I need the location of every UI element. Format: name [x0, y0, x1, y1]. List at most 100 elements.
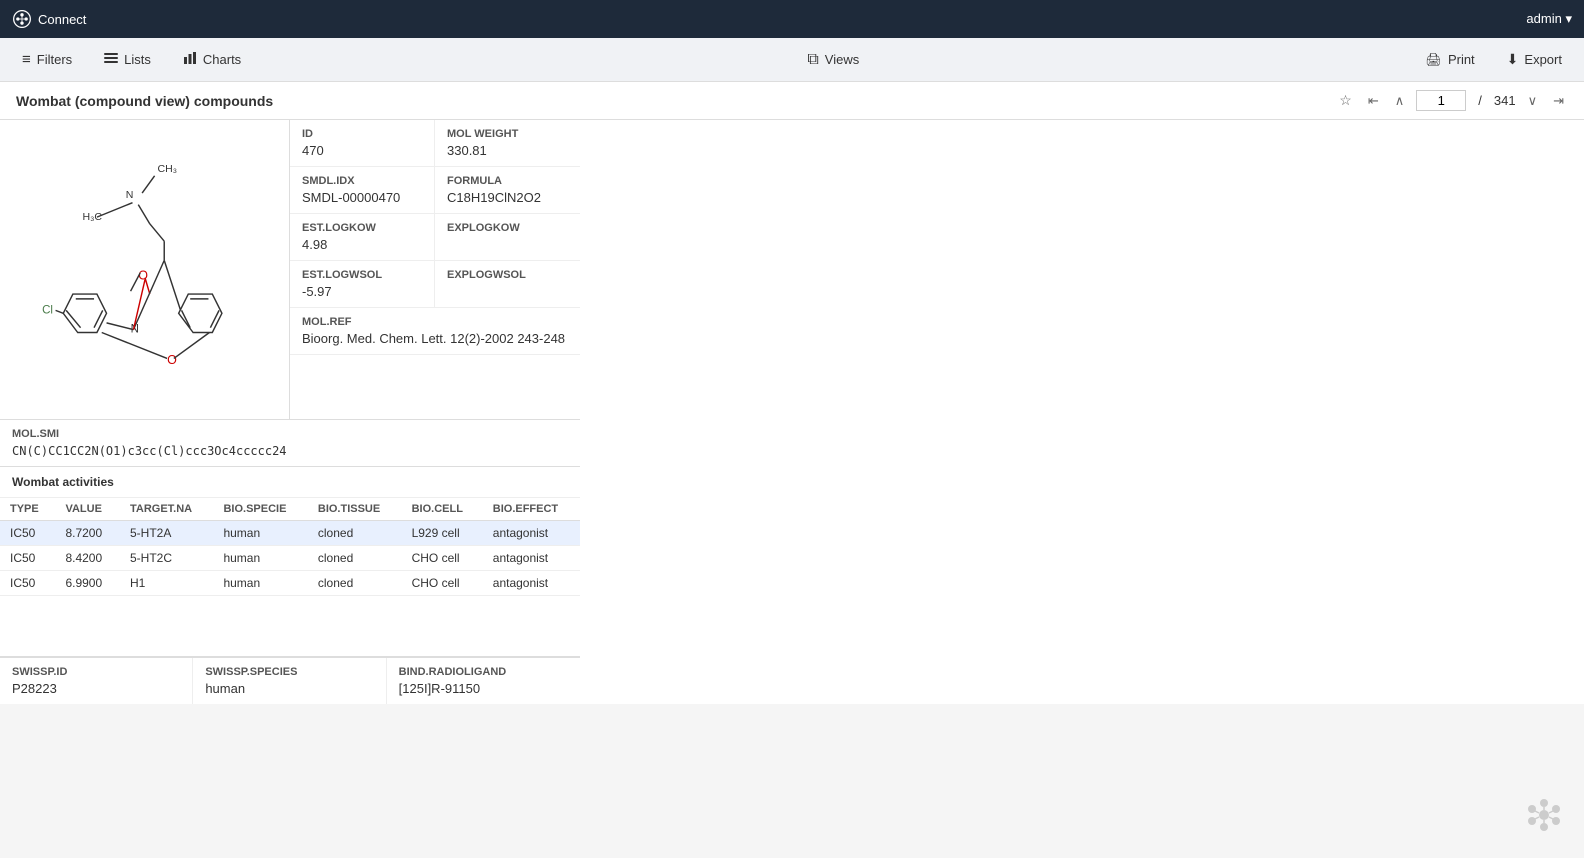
views-icon: ⧉: [807, 51, 818, 69]
swissp-id-value: P28223: [12, 681, 180, 696]
molecule-svg: CH₃ H₃C N O N: [20, 145, 270, 395]
charts-label: Charts: [203, 52, 241, 67]
svg-text:Cl: Cl: [42, 304, 53, 316]
est-logkow-label: EST.LOGKOW: [302, 222, 422, 234]
col-effect: BIO.EFFECT: [483, 498, 580, 521]
table-cell: H1: [120, 571, 213, 596]
smdl-idx-label: SMDL.IDX: [302, 175, 422, 187]
charts-icon: [183, 51, 197, 68]
export-label: Export: [1524, 52, 1562, 67]
mol-ref-cell: MOL.REF Bioorg. Med. Chem. Lett. 12(2)-2…: [290, 308, 580, 355]
col-cell: BIO.CELL: [402, 498, 483, 521]
table-cell: cloned: [308, 571, 402, 596]
lists-label: Lists: [124, 52, 151, 67]
print-label: Print: [1448, 52, 1475, 67]
toolbar: ≡ Filters Lists Charts: [0, 38, 1584, 82]
est-logkow-value: 4.98: [302, 237, 422, 252]
swiss-grid: SWISSP.ID P28223 SWISSP.SPECIES human BI…: [0, 658, 580, 704]
table-cell: human: [213, 521, 307, 546]
print-button[interactable]: 🖨 Print: [1419, 48, 1480, 72]
est-logwsol-label: EST.LOGWSOL: [302, 269, 422, 281]
last-page-button[interactable]: ⇥: [1549, 91, 1568, 111]
lists-button[interactable]: Lists: [98, 47, 157, 72]
table-cell: antagonist: [483, 571, 580, 596]
top-bar: Connect admin ▾: [0, 0, 1584, 38]
swissp-species-value: human: [205, 681, 373, 696]
col-species: BIO.SPECIE: [213, 498, 307, 521]
first-page-button[interactable]: ⇤: [1364, 91, 1383, 111]
properties-area: ID 470 Mol Weight 330.81 SMDL.IDX SMDL-0…: [290, 120, 580, 420]
toolbar-right: 🖨 Print ⬇ Export: [1419, 47, 1568, 72]
table-cell: cloned: [308, 521, 402, 546]
user-dropdown-icon: ▾: [1565, 11, 1572, 26]
main-panel: CH₃ H₃C N O N: [0, 120, 1584, 704]
table-cell: L929 cell: [402, 521, 483, 546]
swissp-species-cell: SWISSP.SPECIES human: [193, 658, 386, 704]
svg-text:H₃C: H₃C: [82, 211, 102, 223]
next-page-button[interactable]: ∨: [1524, 91, 1542, 111]
swissp-species-label: SWISSP.SPECIES: [205, 666, 373, 678]
formula-label: Formula: [447, 175, 568, 187]
bind-radioligand-label: BIND.RADIOLIGAND: [399, 666, 568, 678]
exp-logkow-label: EXPLOGKOW: [447, 222, 568, 234]
id-label: ID: [302, 128, 422, 140]
formula-cell: Formula C18H19ClN2O2: [435, 167, 580, 214]
app-name: Connect: [38, 12, 86, 27]
mol-weight-cell: Mol Weight 330.81: [435, 120, 580, 167]
table-cell: CHO cell: [402, 571, 483, 596]
table-cell: antagonist: [483, 546, 580, 571]
col-type: TYPE: [0, 498, 55, 521]
id-cell: ID 470: [290, 120, 435, 167]
app-logo: Connect: [12, 9, 86, 29]
table-cell: 6.9900: [55, 571, 120, 596]
svg-text:O: O: [167, 353, 177, 367]
toolbar-left: ≡ Filters Lists Charts: [16, 47, 247, 72]
table-cell: IC50: [0, 546, 55, 571]
filters-icon: ≡: [22, 51, 31, 68]
smdl-idx-value: SMDL-00000470: [302, 190, 422, 205]
lists-icon: [104, 51, 118, 68]
mol-weight-label: Mol Weight: [447, 128, 568, 140]
smdl-idx-cell: SMDL.IDX SMDL-00000470: [290, 167, 435, 214]
export-button[interactable]: ⬇ Export: [1501, 47, 1568, 72]
table-cell: antagonist: [483, 521, 580, 546]
filters-button[interactable]: ≡ Filters: [16, 47, 78, 72]
username: admin: [1526, 11, 1561, 26]
page-title: Wombat (compound view) compounds: [16, 93, 273, 109]
page-number-input[interactable]: [1416, 90, 1466, 111]
swiss-section: SWISSP.ID P28223 SWISSP.SPECIES human BI…: [0, 657, 580, 704]
table-cell: 5-HT2A: [120, 521, 213, 546]
prev-page-button[interactable]: ∧: [1391, 91, 1409, 111]
table-cell: human: [213, 571, 307, 596]
exp-logwsol-cell: EXPLOGWSOL: [435, 261, 580, 308]
toolbar-center: ⧉ Views: [801, 47, 865, 73]
charts-button[interactable]: Charts: [177, 47, 247, 72]
content-wrapper: CH₃ H₃C N O N: [0, 120, 580, 704]
views-button[interactable]: ⧉ Views: [801, 47, 865, 73]
col-value: VALUE: [55, 498, 120, 521]
table-cell: 5-HT2C: [120, 546, 213, 571]
mol-ref-value: Bioorg. Med. Chem. Lett. 12(2)-2002 243-…: [302, 331, 568, 346]
user-menu[interactable]: admin ▾: [1526, 11, 1572, 27]
svg-text:O: O: [138, 268, 148, 282]
est-logkow-cell: EST.LOGKOW 4.98: [290, 214, 435, 261]
table-cell: 8.7200: [55, 521, 120, 546]
swissp-id-label: SWISSP.ID: [12, 666, 180, 678]
compound-detail: CH₃ H₃C N O N: [0, 120, 580, 420]
favorite-button[interactable]: ☆: [1335, 90, 1356, 111]
swissp-id-cell: SWISSP.ID P28223: [0, 658, 193, 704]
watermark: [1524, 795, 1564, 838]
mol-smi-value: CN(C)CC1CC2N(O1)c3cc(Cl)ccc3Oc4ccccc24: [12, 444, 568, 458]
table-cell: human: [213, 546, 307, 571]
page-navigation: ☆ ⇤ ∧ / 341 ∨ ⇥: [1335, 90, 1568, 111]
svg-text:N: N: [125, 188, 133, 200]
bind-radioligand-cell: BIND.RADIOLIGAND [125I]R-91150: [387, 658, 580, 704]
table-cell: 8.4200: [55, 546, 120, 571]
col-target: TARGET.NA: [120, 498, 213, 521]
col-tissue: BIO.TISSUE: [308, 498, 402, 521]
molecule-area: CH₃ H₃C N O N: [0, 120, 290, 420]
properties-grid: ID 470 Mol Weight 330.81 SMDL.IDX SMDL-0…: [290, 120, 580, 355]
activities-table: TYPE VALUE TARGET.NA BIO.SPECIE BIO.TISS…: [0, 498, 580, 596]
mol-ref-label: MOL.REF: [302, 316, 568, 328]
activities-table-header: TYPE VALUE TARGET.NA BIO.SPECIE BIO.TISS…: [0, 498, 580, 521]
